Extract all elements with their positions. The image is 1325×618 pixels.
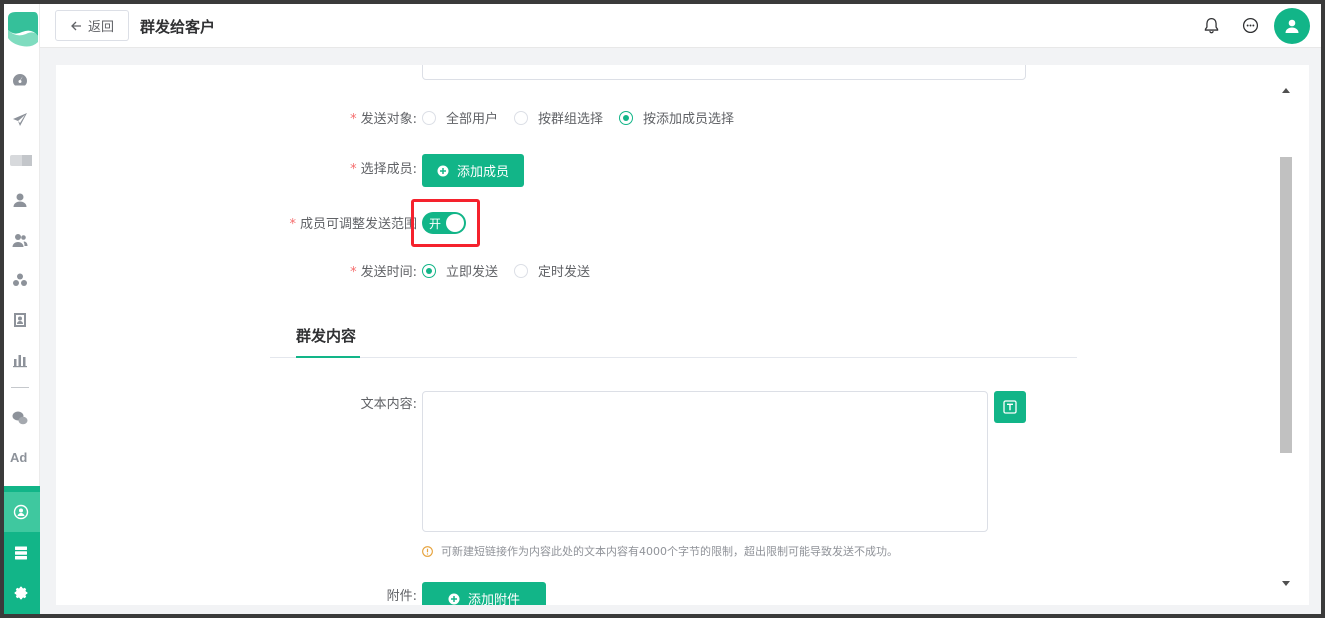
user-icon[interactable] <box>10 190 30 210</box>
send-target-radio-group: 全部用户 按群组选择 按添加成员选择 <box>422 108 750 127</box>
send-icon[interactable] <box>10 110 30 130</box>
back-label: 返回 <box>87 20 114 35</box>
bell-icon[interactable] <box>1202 16 1220 34</box>
section-underline <box>296 356 360 358</box>
plus-circle-icon <box>437 165 449 176</box>
server-icon[interactable] <box>12 544 30 562</box>
required-mark: * <box>350 265 357 280</box>
text-content-input[interactable] <box>422 391 988 532</box>
radio-dot <box>422 110 436 125</box>
plus-circle-icon <box>448 593 460 604</box>
select-member-label: * 选择成员: <box>350 162 417 177</box>
chat-icon[interactable] <box>1241 16 1259 34</box>
user-avatar-icon <box>1285 19 1299 33</box>
attachment-label: 附件: <box>386 589 417 604</box>
section-divider <box>270 357 1077 358</box>
users-icon[interactable] <box>10 230 30 250</box>
required-mark: * <box>289 217 296 232</box>
group-icon[interactable] <box>10 270 30 290</box>
add-attachment-button[interactable]: 添加附件 <box>422 582 546 605</box>
send-target-label: * 发送对象: <box>350 112 417 127</box>
sidebar: Ad <box>4 4 40 614</box>
content-card: * 发送对象: 全部用户 按群组选择 按添加成员选择 * 选择成员: 添加成员 * 成… <box>56 65 1309 605</box>
section-title: 群发内容 <box>296 327 357 345</box>
radio-dot <box>514 263 529 278</box>
radio-dot <box>422 263 436 278</box>
sidebar-divider <box>11 387 29 388</box>
app-window: Ad 返回 群发给客户 * 发送对象: 全部用户 按群组选择 按添加成员选择 *… <box>4 4 1321 614</box>
highlight-box <box>411 199 480 247</box>
text-content-label: 文本内容: <box>360 397 417 412</box>
arrow-left-icon <box>71 21 81 30</box>
folder-icon[interactable] <box>6 150 36 170</box>
scroll-up-arrow-icon[interactable] <box>1281 85 1291 95</box>
adjust-scope-label: * 成员可调整发送范围 <box>289 217 417 232</box>
page-title: 群发给客户 <box>140 18 216 36</box>
bar-chart-icon[interactable] <box>10 350 30 370</box>
add-member-button[interactable]: 添加成员 <box>422 154 524 187</box>
radio-dot <box>514 110 529 125</box>
title-input[interactable] <box>422 65 1026 80</box>
scrollbar-thumb[interactable] <box>1280 157 1292 453</box>
required-mark: * <box>350 112 357 127</box>
back-button[interactable]: 返回 <box>55 10 129 41</box>
send-time-radio-group: 立即发送 定时发送 <box>422 261 606 280</box>
radio-scheduled[interactable]: 定时发送 <box>514 261 590 280</box>
ad-icon[interactable]: Ad <box>10 450 32 465</box>
logo <box>4 8 40 48</box>
send-time-label: * 发送时间: <box>350 265 417 280</box>
wechat-icon[interactable] <box>10 408 30 428</box>
customer-radar-icon[interactable] <box>12 503 30 521</box>
scroll-down-arrow-icon[interactable] <box>1281 579 1291 589</box>
sidebar-bottom-panel <box>4 486 40 614</box>
settings-icon[interactable] <box>12 584 30 602</box>
radio-by-group[interactable]: 按群组选择 <box>514 108 603 127</box>
top-header: 返回 群发给客户 <box>40 4 1321 48</box>
tip-text: 可新建短链接作为内容此处的文本内容有4000个字节的限制，超出限制可能导致发送不… <box>422 543 898 559</box>
radio-send-now[interactable]: 立即发送 <box>422 261 498 280</box>
required-mark: * <box>350 162 357 177</box>
badge-icon[interactable] <box>10 310 30 330</box>
text-format-icon <box>1003 400 1017 414</box>
text-format-button[interactable] <box>994 391 1026 423</box>
dashboard-icon[interactable] <box>10 70 30 90</box>
radio-by-member[interactable]: 按添加成员选择 <box>619 108 734 127</box>
radio-dot <box>619 110 634 125</box>
radio-all-users[interactable]: 全部用户 <box>422 108 498 127</box>
user-avatar[interactable] <box>1274 8 1310 44</box>
warning-icon <box>422 545 433 557</box>
